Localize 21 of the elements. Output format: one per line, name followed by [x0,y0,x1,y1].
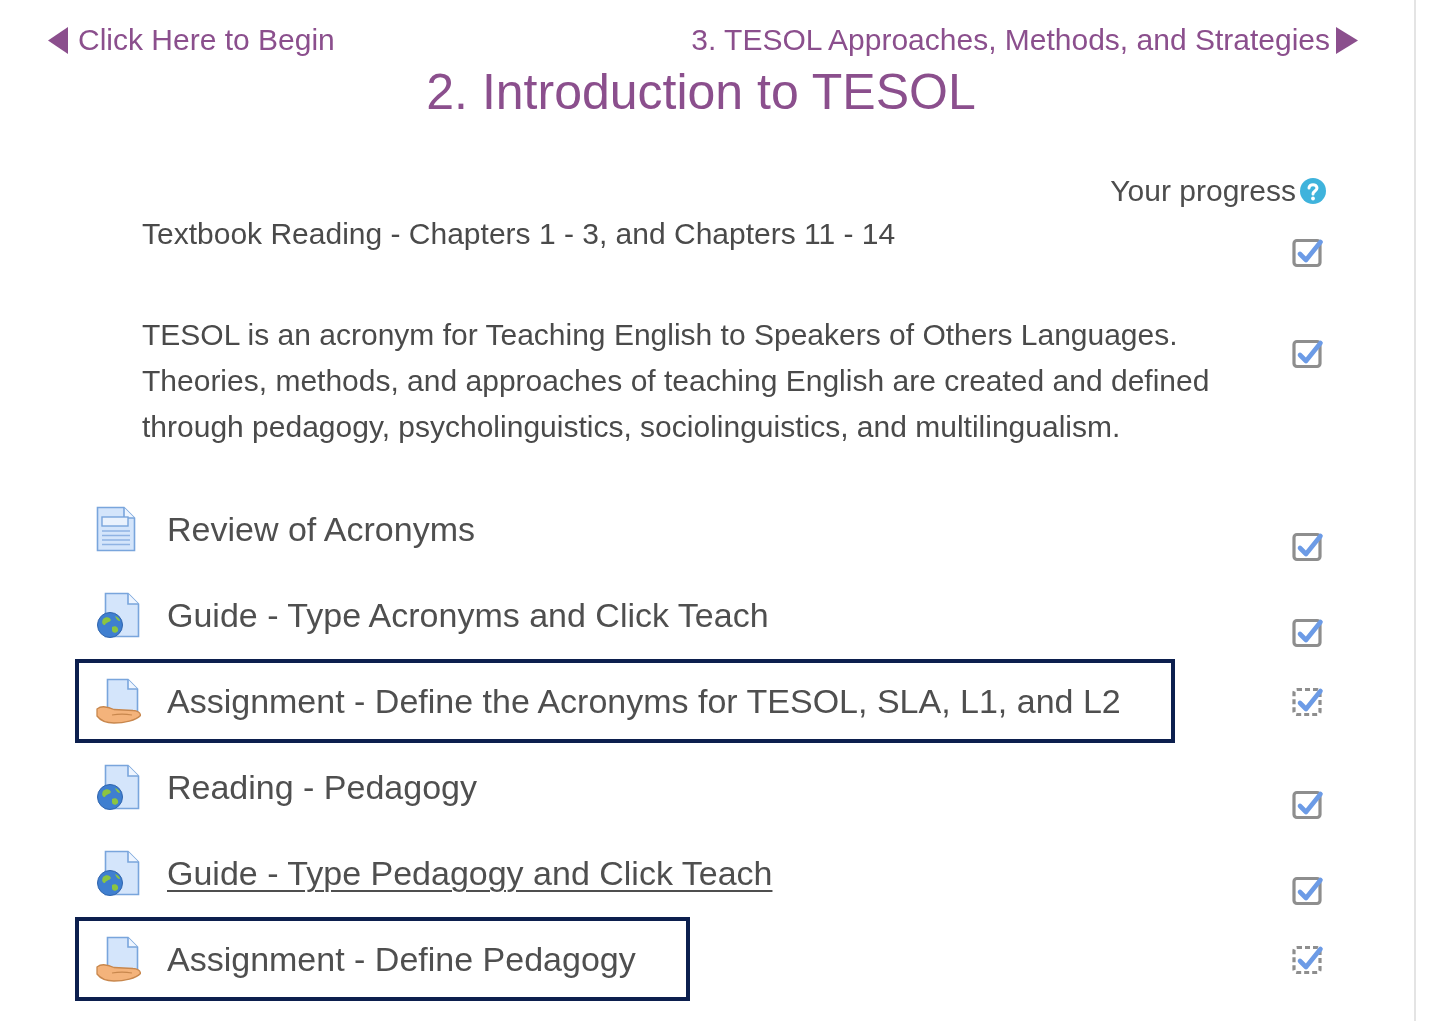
caret-left-icon [48,26,68,54]
caret-right-icon [1336,26,1358,54]
activity-link[interactable]: Guide - Type Acronyms and Click Teach [167,595,769,635]
activity-link[interactable]: Guide - Type Pedagogy and Click Teach [167,853,773,893]
completion-checkbox[interactable] [1292,788,1324,820]
summary-text: TESOL is an acronym for Teaching English to Speakers of Others Languages. Theories, methods, and approaches of teaching English are created and defined through pedagogy, psycholinguistics, sociolinguistics, and multilingualism. [142,317,1211,445]
activity-link[interactable]: Reading - Pedagogy [167,767,477,807]
activity-link[interactable]: Assignment - Define Pedagogy [167,939,636,979]
completion-checkbox[interactable] [1292,616,1324,648]
next-section-link[interactable]: 3. TESOL Approaches, Methods, and Strategies [691,24,1358,56]
activity-link[interactable]: Review of Acronyms [167,509,475,549]
completion-checkbox[interactable] [1292,236,1324,268]
progress-label: Your progress [1110,175,1296,207]
completion-checkbox[interactable] [1292,530,1324,562]
summary-text: Textbook Reading - Chapters 1 - 3, and Chapters 11 - 14 [142,216,897,252]
activity-link[interactable]: Assignment - Define the Acronyms for TESOL, SLA, L1, and L2 [167,681,1121,721]
previous-section-link[interactable]: Click Here to Begin [48,24,335,56]
help-icon[interactable] [1300,178,1326,204]
section-title: 2. Introduction to TESOL [425,64,977,120]
completion-checkbox[interactable] [1292,874,1324,906]
completion-checkbox[interactable] [1292,337,1324,369]
